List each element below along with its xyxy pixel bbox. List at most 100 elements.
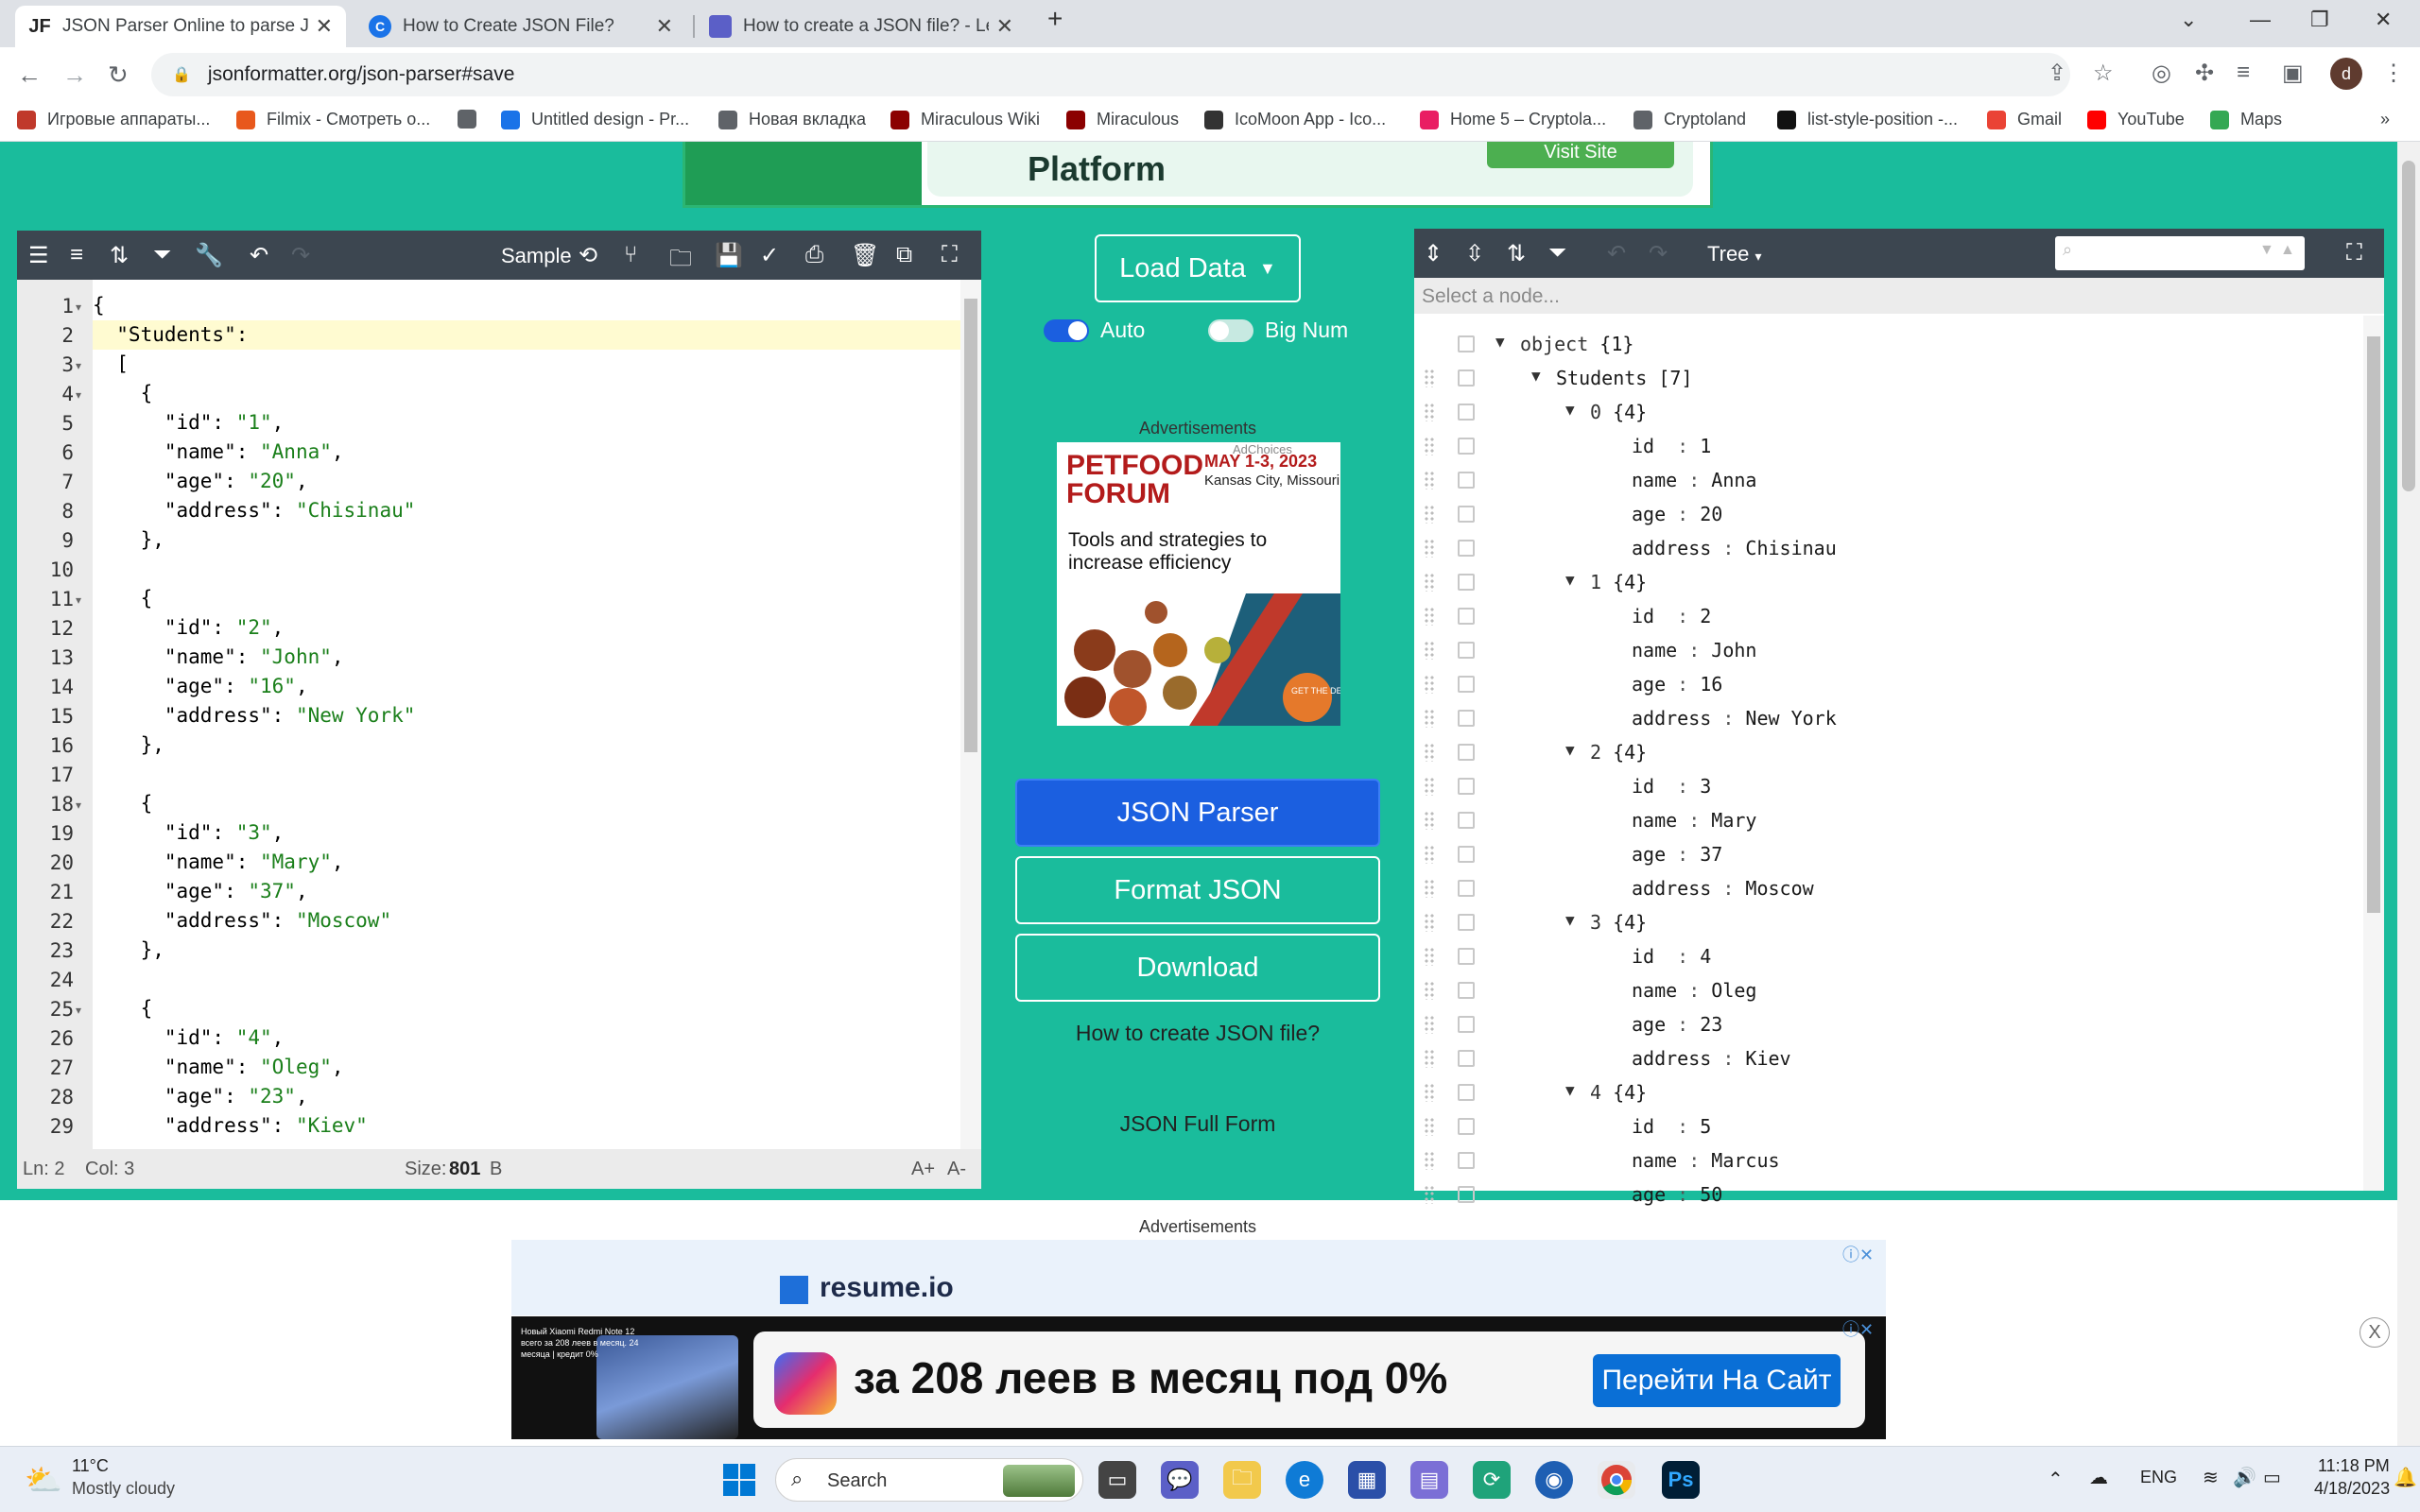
close-window-icon[interactable]: ✕ (2375, 8, 2392, 32)
teams-chat-icon[interactable]: 💬 (1161, 1461, 1199, 1499)
forward-arrow-icon[interactable]: → (62, 60, 87, 90)
tree-node[interactable]: id : 5 (1414, 1109, 2360, 1143)
drag-handle-icon[interactable] (1424, 743, 1435, 762)
close-tab-icon[interactable]: ✕ (656, 14, 673, 39)
node-path-bar[interactable]: Select a node... (1414, 278, 2384, 314)
menu-kebab-icon[interactable]: ⋮ (2382, 60, 2405, 87)
ad-info-icon[interactable]: ⓘ✕ (1842, 1242, 1874, 1266)
node-checkbox[interactable] (1458, 982, 1475, 999)
page-scroll-thumb[interactable] (2402, 161, 2415, 491)
drag-handle-icon[interactable] (1424, 811, 1435, 830)
bookmark-item[interactable]: Новая вкладка (718, 110, 866, 129)
node-checkbox[interactable] (1458, 1050, 1475, 1067)
expand-toggle-icon[interactable]: ▼ (1495, 333, 1505, 351)
bookmark-item[interactable]: IcoMoon App - Ico... (1204, 110, 1386, 129)
fold-arrow-icon[interactable]: ▾ (76, 799, 81, 812)
sync-app-icon[interactable]: ⟳ (1473, 1461, 1511, 1499)
tree-node[interactable]: address : Moscow (1414, 871, 2360, 905)
node-value[interactable]: New York (1745, 707, 1836, 730)
tree-node[interactable]: ▼ 2 {4} (1414, 735, 2360, 769)
code-line[interactable]: "age": "37", (93, 877, 960, 906)
bookmark-item[interactable]: Home 5 – Cryptola... (1420, 110, 1606, 129)
format-icon[interactable]: ☰ (28, 242, 49, 269)
notification-bell-icon[interactable]: 🔔 (2394, 1466, 2417, 1489)
photoshop-icon[interactable]: Ps (1662, 1461, 1700, 1499)
code-line[interactable]: "id": "1", (93, 408, 960, 438)
bookmark-item[interactable]: Cryptoland (1634, 110, 1746, 129)
tree-node[interactable]: id : 2 (1414, 599, 2360, 633)
new-tab-button[interactable]: + (1047, 4, 1063, 34)
node-value[interactable]: John (1711, 639, 1756, 662)
drag-handle-icon[interactable] (1424, 607, 1435, 626)
drag-handle-icon[interactable] (1424, 913, 1435, 932)
node-checkbox[interactable] (1458, 472, 1475, 489)
close-tab-icon[interactable]: ✕ (316, 14, 333, 39)
fullscreen-icon[interactable]: ⛶ (2346, 240, 2362, 266)
code-line[interactable]: { (93, 994, 960, 1023)
clock-time[interactable]: 11:18 PM (2318, 1456, 2390, 1476)
node-checkbox[interactable] (1458, 506, 1475, 523)
undo-icon[interactable]: ↶ (1607, 240, 1626, 267)
save-icon[interactable]: 💾 (715, 242, 743, 269)
node-value[interactable]: 16 (1700, 673, 1722, 696)
side-panel-icon[interactable]: ▣ (2282, 60, 2304, 87)
node-checkbox[interactable] (1458, 369, 1475, 387)
compact-icon[interactable]: ≡ (70, 242, 83, 268)
more-bookmarks-chevron[interactable]: » (2380, 110, 2390, 129)
store-icon[interactable]: ▦ (1348, 1461, 1386, 1499)
expand-toggle-icon[interactable]: ▼ (1565, 1081, 1575, 1099)
node-value[interactable]: 1 (1700, 435, 1711, 457)
tab-search-chevron-icon[interactable]: ⌄ (2180, 8, 2197, 32)
drag-handle-icon[interactable] (1424, 879, 1435, 898)
node-checkbox[interactable] (1458, 1186, 1475, 1203)
chrome-icon[interactable] (1598, 1461, 1635, 1499)
font-decrease-button[interactable]: A- (947, 1159, 966, 1180)
fold-arrow-icon[interactable]: ▾ (76, 301, 81, 314)
node-checkbox[interactable] (1458, 1118, 1475, 1135)
minimize-icon[interactable]: — (2250, 8, 2271, 32)
sample-button[interactable]: Sample (501, 244, 572, 268)
drag-handle-icon[interactable] (1424, 1117, 1435, 1136)
tree-node[interactable]: name : Mary (1414, 803, 2360, 837)
code-line[interactable]: "address": "New York" (93, 701, 960, 730)
bookmark-item[interactable]: list-style-position -... (1777, 110, 1958, 129)
top-banner-ad[interactable]: Platform Visit Site (683, 142, 1713, 208)
node-value[interactable]: 4 (1700, 945, 1711, 968)
code-line[interactable] (93, 760, 960, 789)
expand-toggle-icon[interactable]: ▼ (1565, 401, 1575, 419)
editor-scroll-thumb[interactable] (964, 299, 977, 752)
tab-how-to-create-json-learn[interactable]: How to create a JSON file? - Lea ✕ (696, 6, 1027, 47)
adchoices-label[interactable]: AdChoices (1233, 442, 1292, 456)
node-value[interactable]: 23 (1700, 1013, 1722, 1036)
tree-node[interactable]: age : 23 (1414, 1007, 2360, 1041)
fullscreen-icon[interactable]: ⛶ (942, 242, 958, 268)
drag-handle-icon[interactable] (1424, 641, 1435, 660)
node-checkbox[interactable] (1458, 744, 1475, 761)
node-value[interactable]: Chisinau (1745, 537, 1836, 559)
tree-node[interactable]: age : 50 (1414, 1177, 2360, 1211)
bookmark-item[interactable]: Untitled design - Pr... (501, 110, 689, 129)
drag-handle-icon[interactable] (1424, 709, 1435, 728)
node-checkbox[interactable] (1458, 335, 1475, 352)
node-checkbox[interactable] (1458, 540, 1475, 557)
graph-icon[interactable]: ⑂ (624, 242, 637, 268)
node-value[interactable]: Oleg (1711, 979, 1756, 1002)
drag-handle-icon[interactable] (1424, 369, 1435, 387)
code-line[interactable]: "address": "Kiev" (93, 1111, 960, 1141)
expand-toggle-icon[interactable]: ▼ (1565, 741, 1575, 759)
redo-icon[interactable]: ↷ (291, 242, 310, 269)
drag-handle-icon[interactable] (1424, 1049, 1435, 1068)
bookmark-item[interactable]: Gmail (1987, 110, 2062, 129)
code-line[interactable]: { (93, 584, 960, 613)
drag-handle-icon[interactable] (1424, 1083, 1435, 1102)
onedrive-cloud-icon[interactable]: ☁ (2089, 1466, 2108, 1489)
node-checkbox[interactable] (1458, 574, 1475, 591)
download-button[interactable]: Download (1015, 934, 1380, 1002)
drag-handle-icon[interactable] (1424, 437, 1435, 455)
node-checkbox[interactable] (1458, 948, 1475, 965)
code-line[interactable]: { (93, 789, 960, 818)
battery-icon[interactable]: ▭ (2263, 1466, 2281, 1489)
drag-handle-icon[interactable] (1424, 573, 1435, 592)
validate-check-icon[interactable]: ✓ (760, 242, 779, 269)
font-increase-button[interactable]: A+ (911, 1159, 935, 1180)
